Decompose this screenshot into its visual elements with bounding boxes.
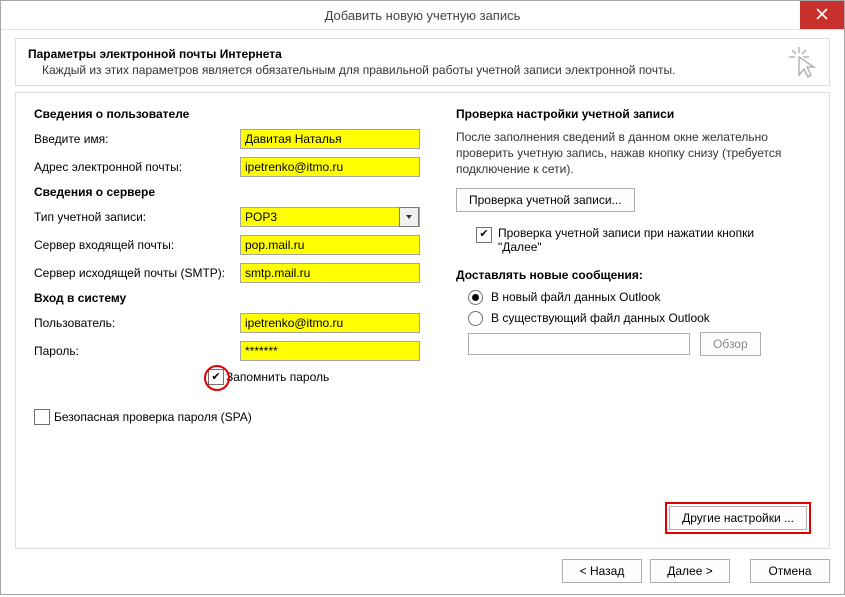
email-input[interactable] bbox=[240, 157, 420, 177]
password-input[interactable] bbox=[240, 341, 420, 361]
section-test: Проверка настройки учетной записи bbox=[456, 107, 811, 121]
spa-label: Безопасная проверка пароля (SPA) bbox=[54, 410, 252, 424]
account-type-value: POP3 bbox=[245, 210, 277, 224]
chevron-down-icon bbox=[399, 207, 419, 227]
header-subtitle: Каждый из этих параметров является обяза… bbox=[42, 63, 817, 77]
close-button[interactable] bbox=[800, 1, 844, 29]
password-label: Пароль: bbox=[34, 344, 240, 358]
add-account-window: Добавить новую учетную запись Параметры … bbox=[0, 0, 845, 595]
spa-checkbox[interactable] bbox=[34, 409, 50, 425]
name-input[interactable] bbox=[240, 129, 420, 149]
test-account-button[interactable]: Проверка учетной записи... bbox=[456, 188, 635, 212]
existing-file-input[interactable] bbox=[468, 333, 690, 355]
right-column: Проверка настройки учетной записи После … bbox=[456, 107, 811, 425]
user-label: Пользователь: bbox=[34, 316, 240, 330]
titlebar: Добавить новую учетную запись bbox=[1, 1, 844, 30]
incoming-label: Сервер входящей почты: bbox=[34, 238, 240, 252]
email-label: Адрес электронной почты: bbox=[34, 160, 240, 174]
close-icon bbox=[816, 8, 828, 23]
left-column: Сведения о пользователе Введите имя: Адр… bbox=[34, 107, 420, 425]
other-settings-button[interactable]: Другие настройки ... bbox=[669, 506, 807, 530]
window-title: Добавить новую учетную запись bbox=[325, 8, 521, 23]
name-label: Введите имя: bbox=[34, 132, 240, 146]
account-type-label: Тип учетной записи: bbox=[34, 210, 240, 224]
browse-button: Обзор bbox=[700, 332, 761, 356]
cursor-icon bbox=[785, 45, 819, 79]
test-on-next-checkbox[interactable] bbox=[476, 227, 492, 243]
outgoing-label: Сервер исходящей почты (SMTP): bbox=[34, 266, 240, 280]
outgoing-input[interactable] bbox=[240, 263, 420, 283]
radio-new-file[interactable] bbox=[468, 290, 483, 305]
incoming-input[interactable] bbox=[240, 235, 420, 255]
radio-existing-file[interactable] bbox=[468, 311, 483, 326]
cancel-button[interactable]: Отмена bbox=[750, 559, 830, 583]
header-panel: Параметры электронной почты Интернета Ка… bbox=[15, 38, 830, 86]
section-server-info: Сведения о сервере bbox=[34, 185, 420, 199]
main-panel: Сведения о пользователе Введите имя: Адр… bbox=[15, 92, 830, 549]
footer-buttons: < Назад Далее > Отмена bbox=[15, 559, 830, 583]
remember-password-label: Запомнить пароль bbox=[226, 370, 329, 384]
user-input[interactable] bbox=[240, 313, 420, 333]
back-button[interactable]: < Назад bbox=[562, 559, 642, 583]
section-login: Вход в систему bbox=[34, 291, 420, 305]
section-delivery: Доставлять новые сообщения: bbox=[456, 268, 811, 282]
radio-existing-file-label: В существующий файл данных Outlook bbox=[491, 311, 710, 325]
other-settings-highlight: Другие настройки ... bbox=[665, 502, 811, 534]
account-type-select[interactable]: POP3 bbox=[240, 207, 420, 227]
header-title: Параметры электронной почты Интернета bbox=[28, 47, 817, 61]
section-user-info: Сведения о пользователе bbox=[34, 107, 420, 121]
test-on-next-label: Проверка учетной записи при нажатии кноп… bbox=[498, 226, 778, 254]
next-button[interactable]: Далее > bbox=[650, 559, 730, 583]
remember-password-checkbox[interactable] bbox=[208, 369, 224, 385]
test-description: После заполнения сведений в данном окне … bbox=[456, 129, 811, 178]
radio-new-file-label: В новый файл данных Outlook bbox=[491, 290, 661, 304]
